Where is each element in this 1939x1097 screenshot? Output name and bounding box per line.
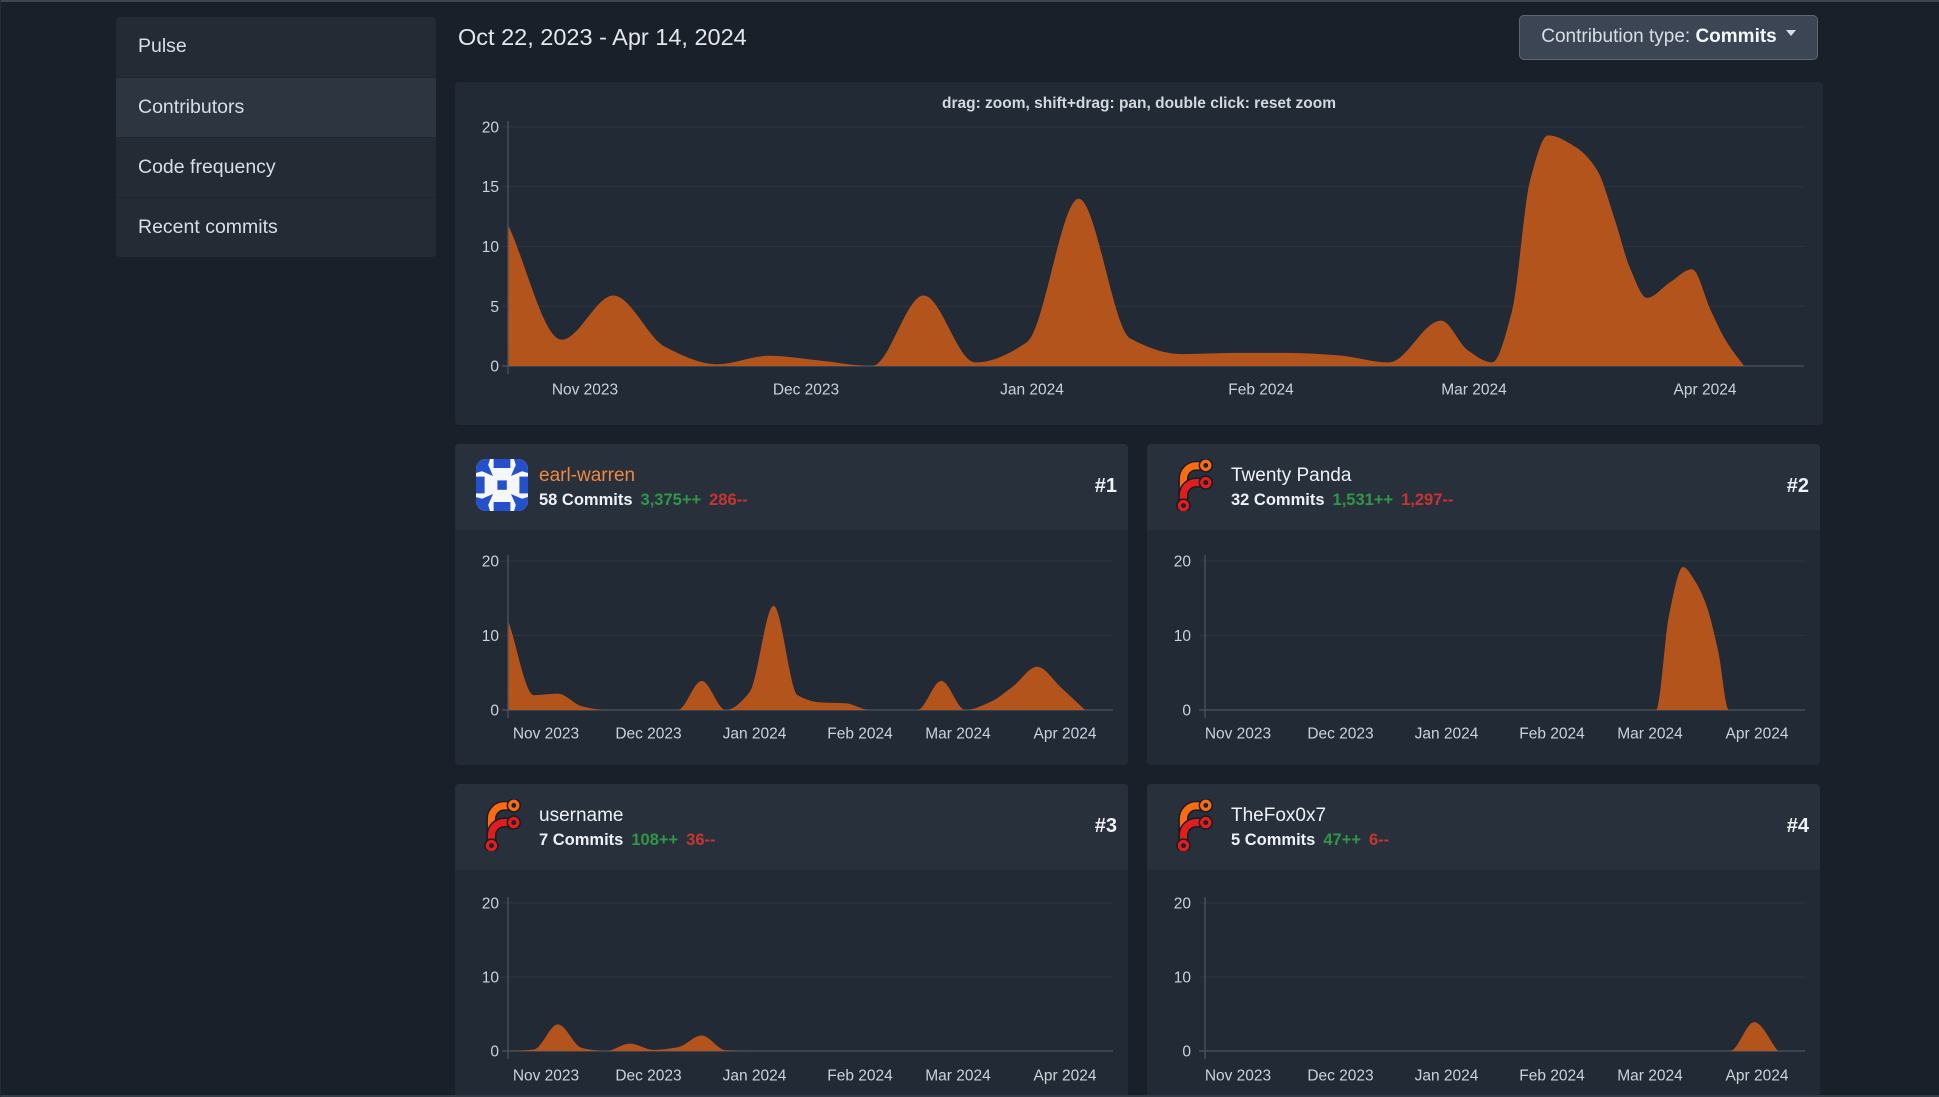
- svg-text:20: 20: [482, 896, 500, 913]
- svg-text:Jan 2024: Jan 2024: [723, 1068, 787, 1085]
- svg-text:Feb 2024: Feb 2024: [827, 726, 893, 743]
- svg-text:Apr 2024: Apr 2024: [1674, 382, 1737, 399]
- svg-text:Dec 2023: Dec 2023: [615, 1068, 681, 1085]
- svg-text:Jan 2024: Jan 2024: [1000, 382, 1064, 399]
- svg-text:Apr 2024: Apr 2024: [1726, 726, 1789, 743]
- svg-text:10: 10: [1174, 628, 1192, 645]
- svg-text:0: 0: [490, 1044, 499, 1061]
- svg-text:Nov 2023: Nov 2023: [513, 1068, 579, 1085]
- svg-text:20: 20: [482, 554, 500, 571]
- svg-text:0: 0: [1182, 703, 1191, 720]
- svg-text:Jan 2024: Jan 2024: [1415, 1068, 1479, 1085]
- svg-text:10: 10: [482, 628, 500, 645]
- svg-text:Jan 2024: Jan 2024: [1415, 726, 1479, 743]
- svg-text:Dec 2023: Dec 2023: [773, 382, 839, 399]
- svg-text:0: 0: [490, 703, 499, 720]
- svg-text:Mar 2024: Mar 2024: [1617, 1068, 1683, 1085]
- svg-text:Feb 2024: Feb 2024: [827, 1068, 893, 1085]
- svg-text:Nov 2023: Nov 2023: [1205, 1068, 1271, 1085]
- svg-text:10: 10: [1174, 970, 1192, 987]
- svg-text:Mar 2024: Mar 2024: [1617, 726, 1683, 743]
- svg-text:Dec 2023: Dec 2023: [1307, 726, 1373, 743]
- svg-text:Feb 2024: Feb 2024: [1519, 1068, 1585, 1085]
- svg-text:20: 20: [1174, 896, 1192, 913]
- svg-text:20: 20: [482, 120, 500, 137]
- svg-text:Nov 2023: Nov 2023: [1205, 726, 1271, 743]
- svg-text:Apr 2024: Apr 2024: [1726, 1068, 1789, 1085]
- svg-text:0: 0: [1182, 1044, 1191, 1061]
- svg-text:5: 5: [490, 299, 499, 316]
- svg-text:Feb 2024: Feb 2024: [1519, 726, 1585, 743]
- svg-text:20: 20: [1174, 554, 1192, 571]
- svg-text:Dec 2023: Dec 2023: [1307, 1068, 1373, 1085]
- svg-text:Jan 2024: Jan 2024: [723, 726, 787, 743]
- svg-text:15: 15: [482, 179, 499, 196]
- svg-text:Mar 2024: Mar 2024: [925, 1068, 991, 1085]
- svg-text:10: 10: [482, 239, 500, 256]
- svg-text:Nov 2023: Nov 2023: [513, 726, 579, 743]
- svg-text:Mar 2024: Mar 2024: [925, 726, 991, 743]
- svg-text:Mar 2024: Mar 2024: [1441, 382, 1507, 399]
- svg-text:Nov 2023: Nov 2023: [552, 382, 618, 399]
- svg-text:Apr 2024: Apr 2024: [1034, 726, 1097, 743]
- svg-text:Feb 2024: Feb 2024: [1228, 382, 1294, 399]
- svg-text:0: 0: [490, 359, 499, 376]
- svg-text:Dec 2023: Dec 2023: [615, 726, 681, 743]
- svg-text:Apr 2024: Apr 2024: [1034, 1068, 1097, 1085]
- svg-text:10: 10: [482, 970, 500, 987]
